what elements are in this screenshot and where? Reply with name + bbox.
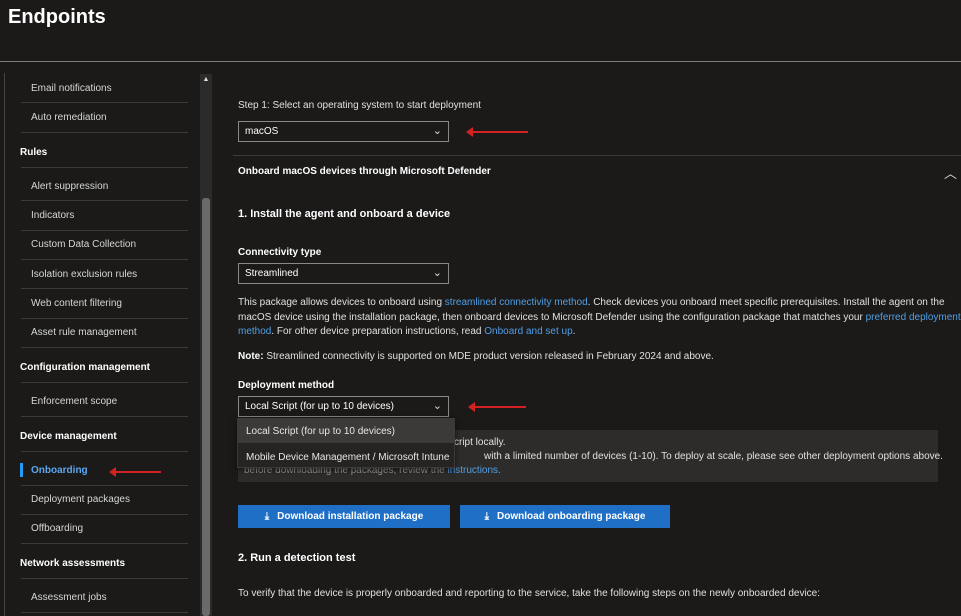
description-line-1: This package allows devices to onboard u… <box>238 297 945 308</box>
deployment-method-value: Local Script (for up to 10 devices) <box>245 401 394 412</box>
os-select-value: macOS <box>245 126 279 137</box>
divider <box>21 200 188 201</box>
sidebar-heading-network-assessments: Network assessments <box>20 558 126 569</box>
detection-heading: 2. Run a detection test <box>238 552 356 564</box>
divider <box>21 543 188 544</box>
divider <box>233 155 961 156</box>
sidebar-scrollbar[interactable]: ▲ <box>200 74 212 616</box>
divider <box>21 578 188 579</box>
download-installation-package-button[interactable]: ⤓ Download installation package <box>238 505 450 528</box>
sidebar-item-deployment-packages[interactable]: Deployment packages <box>31 494 130 505</box>
chevron-down-icon: ⌄ <box>432 125 442 137</box>
info-line-2: with a limited number of devices (1-10).… <box>484 451 943 462</box>
deployment-method-label: Deployment method <box>238 380 335 391</box>
settings-sidebar: Email notifications Auto remediation Rul… <box>4 73 213 616</box>
page-title: Endpoints <box>8 6 106 28</box>
text: . Check devices you onboard meet specifi… <box>587 297 945 308</box>
connectivity-select[interactable]: Streamlined ⌄ <box>238 263 449 284</box>
divider <box>21 230 188 231</box>
divider <box>21 485 188 486</box>
divider <box>21 416 188 417</box>
sidebar-heading-configuration: Configuration management <box>20 362 151 373</box>
sidebar-item-enforcement-scope[interactable]: Enforcement scope <box>31 396 117 407</box>
install-heading: 1. Install the agent and onboard a devic… <box>238 208 451 220</box>
divider <box>21 259 188 260</box>
divider <box>21 102 188 103</box>
onboard-and-setup-link[interactable]: Onboard and set up <box>484 326 572 337</box>
sidebar-item-assessment-jobs[interactable]: Assessment jobs <box>31 592 107 603</box>
connectivity-select-value: Streamlined <box>245 268 299 279</box>
divider <box>21 612 188 613</box>
sidebar-item-isolation-exclusion-rules[interactable]: Isolation exclusion rules <box>31 269 137 280</box>
sidebar-item-alert-suppression[interactable]: Alert suppression <box>31 181 108 192</box>
info-line-1: cript locally. <box>454 437 506 448</box>
chevron-down-icon: ⌄ <box>432 400 442 412</box>
step1-label: Step 1: Select an operating system to st… <box>238 100 481 111</box>
os-select[interactable]: macOS ⌄ <box>238 121 449 142</box>
scroll-thumb[interactable] <box>202 198 210 616</box>
sidebar-item-asset-rule-management[interactable]: Asset rule management <box>31 327 137 338</box>
scroll-up-icon[interactable]: ▲ <box>200 74 212 86</box>
text: This package allows devices to onboard u… <box>238 297 445 308</box>
active-indicator <box>20 463 23 477</box>
divider <box>21 132 188 133</box>
description-line-2: macOS device using the installation pack… <box>238 312 961 323</box>
divider <box>21 514 188 515</box>
button-label: Download installation package <box>277 511 424 522</box>
note: Note: Streamlined connectivity is suppor… <box>238 351 714 362</box>
download-icon: ⤓ <box>264 511 270 522</box>
section-title[interactable]: Onboard macOS devices through Microsoft … <box>238 166 491 177</box>
text: . <box>572 326 576 337</box>
deployment-method-select[interactable]: Local Script (for up to 10 devices) ⌄ <box>238 396 449 417</box>
sidebar-item-onboarding[interactable]: Onboarding <box>31 465 88 476</box>
divider <box>21 451 188 452</box>
sidebar-item-offboarding[interactable]: Offboarding <box>31 523 83 534</box>
divider <box>21 167 188 168</box>
divider <box>21 288 188 289</box>
text: . For other device preparation instructi… <box>271 326 485 337</box>
sidebar-item-email-notifications[interactable]: Email notifications <box>31 83 112 94</box>
chevron-down-icon: ⌄ <box>432 267 442 279</box>
connectivity-label: Connectivity type <box>238 247 322 258</box>
detection-text: To verify that the device is properly on… <box>238 588 821 599</box>
dropdown-option-mdm-intune[interactable]: Mobile Device Management / Microsoft Int… <box>238 445 457 469</box>
dropdown-option-local-script[interactable]: Local Script (for up to 10 devices) <box>238 419 454 443</box>
description-line-3: method. For other device preparation ins… <box>238 326 575 337</box>
annotation-arrow <box>466 127 528 137</box>
sidebar-heading-device-management: Device management <box>20 431 117 442</box>
method-link[interactable]: method <box>238 326 271 337</box>
preferred-deployment-link[interactable]: preferred deployment <box>866 312 961 323</box>
divider <box>21 318 188 319</box>
note-label: Note: <box>238 351 264 362</box>
chevron-up-icon[interactable]: ︿ <box>944 163 957 182</box>
download-onboarding-package-button[interactable]: ⤓ Download onboarding package <box>460 505 670 528</box>
sidebar-item-web-content-filtering[interactable]: Web content filtering <box>31 298 122 309</box>
text: . <box>498 465 501 476</box>
text: macOS device using the installation pack… <box>238 312 866 323</box>
deployment-method-dropdown: Local Script (for up to 10 devices) Mobi… <box>237 418 455 468</box>
sidebar-item-auto-remediation[interactable]: Auto remediation <box>31 112 107 123</box>
annotation-arrow <box>468 402 526 412</box>
divider <box>21 347 188 348</box>
annotation-arrow <box>109 467 161 477</box>
sidebar-item-indicators[interactable]: Indicators <box>31 210 74 221</box>
sidebar-item-custom-data-collection[interactable]: Custom Data Collection <box>31 239 136 250</box>
download-icon: ⤓ <box>484 511 490 522</box>
note-text: Streamlined connectivity is supported on… <box>263 351 714 362</box>
button-label: Download onboarding package <box>497 511 646 522</box>
divider <box>21 382 188 383</box>
sidebar-heading-rules: Rules <box>20 147 48 158</box>
streamlined-connectivity-link[interactable]: streamlined connectivity method <box>445 297 588 308</box>
page-header: Endpoints <box>0 0 961 62</box>
